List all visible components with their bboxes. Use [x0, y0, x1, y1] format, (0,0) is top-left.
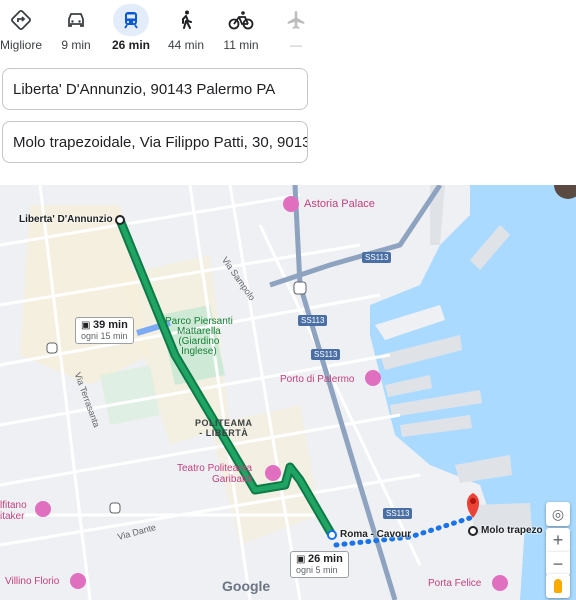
plane-icon: [278, 4, 314, 36]
alt-route-frequency: ogni 15 min: [81, 331, 128, 341]
mode-bike-button[interactable]: 11 min: [216, 4, 266, 60]
alt-route-callout[interactable]: ▣ 39 min ogni 15 min: [75, 317, 134, 344]
main-route-time: 26 min: [307, 553, 343, 565]
place-label: lfitano itaker: [0, 500, 27, 522]
main-route-frequency: ogni 5 min: [296, 565, 338, 575]
mode-transit-button[interactable]: 26 min: [106, 4, 156, 60]
main-route-callout[interactable]: ▣ 26 min ogni 5 min: [290, 551, 349, 578]
street-view-button[interactable]: [546, 574, 570, 598]
mode-flight-label: —: [290, 38, 302, 52]
stop-marker-label: Roma - Cavour: [340, 529, 412, 540]
place-label: Astoria Palace: [304, 198, 375, 210]
road-shield: SS113: [311, 349, 341, 360]
origin-field[interactable]: Liberta' D'Annunzio, 90143 Palermo PA: [2, 68, 308, 110]
mode-flight-button[interactable]: —: [271, 4, 321, 60]
directions-icon: [3, 4, 39, 36]
mode-best-button[interactable]: Migliore: [0, 4, 46, 60]
my-location-button[interactable]: ◎: [546, 502, 570, 526]
park-label: Parco Piersanti Mattarella (Giardino Ing…: [165, 316, 233, 357]
zoom-out-button[interactable]: −: [546, 552, 570, 576]
train-icon: [113, 4, 149, 36]
walk-icon: [168, 4, 204, 36]
google-logo: Google: [222, 578, 271, 594]
location-icon: ◎: [551, 505, 565, 522]
road-shield: SS113: [362, 252, 392, 263]
road-shield: SS113: [383, 508, 413, 519]
map-view[interactable]: SS113 SS113 SS113 SS113 Via Sampolo Via …: [0, 185, 576, 600]
origin-marker-label: Liberta' D'Annunzio: [19, 214, 113, 225]
bus-icon: ▣: [296, 554, 306, 565]
travel-mode-bar: Migliore 9 min 26 min 44 min 11 min —: [0, 0, 576, 62]
district-label: POLITEAMA - LIBERTÀ: [195, 418, 253, 438]
mode-car-button[interactable]: 9 min: [51, 4, 101, 60]
place-label: Porto di Palermo: [280, 374, 355, 385]
bike-icon: [223, 4, 259, 36]
destination-field[interactable]: Molo trapezoidale, Via Filippo Patti, 30…: [2, 121, 308, 163]
alt-route-time: 39 min: [92, 319, 128, 331]
bus-icon: ▣: [81, 320, 91, 331]
road-shield: SS113: [298, 315, 328, 326]
place-label: Porta Felice: [428, 578, 482, 589]
place-label: Teatro Politeama Garibaldi: [177, 463, 253, 485]
car-icon: [58, 4, 94, 36]
place-label: Villino Florio: [5, 576, 60, 587]
destination-marker-label: Molo trapezo: [481, 525, 543, 536]
zoom-in-button[interactable]: +: [546, 528, 570, 552]
pegman-icon: [554, 579, 562, 593]
mode-walk-button[interactable]: 44 min: [161, 4, 211, 60]
